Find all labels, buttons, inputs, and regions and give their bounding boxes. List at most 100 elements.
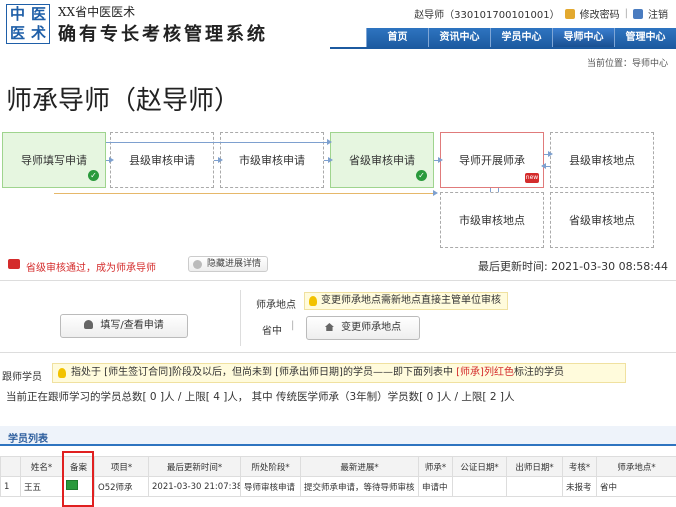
- last-updated-value: 2021-03-30 08:58:44: [551, 260, 668, 273]
- flow-node-label: 导师填写申请: [21, 154, 87, 167]
- flow-arrow: [324, 157, 333, 163]
- logo-char: 医: [9, 24, 25, 42]
- nav-tab-admin[interactable]: 管理中心: [614, 28, 676, 48]
- flow-node-label: 市级审核地点: [459, 214, 525, 227]
- follow-students-label: 跟师学员: [2, 372, 42, 383]
- status-message: 省级审核通过，成为师承导师: [26, 263, 156, 274]
- column-header-graduation-date[interactable]: 出师日期*: [506, 456, 563, 477]
- location-tip: 变更师承地点需新地点直接主管单位审核: [304, 292, 508, 310]
- nav-tab-home[interactable]: 首页: [366, 28, 428, 48]
- change-location-label: 变更师承地点: [341, 322, 402, 333]
- table-header-row: 姓名* 备案 项目* 最后更新时间* 所处阶段* 最新进展* 师承* 公证日期*…: [0, 456, 676, 477]
- nav-tab-students[interactable]: 学员中心: [490, 28, 552, 48]
- column-header-index: [0, 456, 21, 477]
- nav-tab-news[interactable]: 资讯中心: [428, 28, 490, 48]
- flow-node-province-review: 省级审核申请 ✓: [330, 132, 434, 188]
- column-header-progress[interactable]: 最新进展*: [300, 456, 419, 477]
- column-header-location[interactable]: 师承地点*: [596, 456, 676, 477]
- column-header-project[interactable]: 项目*: [94, 456, 149, 477]
- flow-feedback-line: [54, 190, 438, 196]
- system-title: 确有专长考核管理系统: [58, 24, 268, 45]
- location-tip-text: 变更师承地点需新地点直接主管单位审核: [321, 295, 501, 306]
- follow-students-tip: 指处于 [师生签订合同]阶段及以后，但尚未到 [师承出师日期]的学员——即下面列…: [52, 363, 626, 383]
- flow-arrow-up: [498, 188, 499, 192]
- toggle-icon: [193, 260, 202, 269]
- follow-tip-text-2: 标注的学员: [513, 367, 564, 378]
- flow-arrow-down: [490, 188, 491, 192]
- status-row: 省级审核通过，成为师承导师 隐藏进展详情 最后更新时间: 2021-03-30 …: [8, 256, 668, 274]
- fill-application-label: 填写/查看申请: [100, 320, 164, 331]
- flow-arrow: [434, 157, 443, 163]
- alert-icon: [8, 259, 20, 269]
- cell-location: 省中: [596, 476, 676, 497]
- student-list-header: 学员列表: [0, 426, 676, 446]
- cell-index: 1: [0, 476, 21, 497]
- column-header-exam[interactable]: 考核*: [562, 456, 597, 477]
- student-list-title: 学员列表: [8, 434, 48, 445]
- new-badge-icon: new: [525, 173, 539, 183]
- change-location-button[interactable]: 变更师承地点: [306, 316, 420, 340]
- user-bar: 赵导师（330101700101001） 修改密码 | 注销: [414, 6, 668, 21]
- main-nav: 首页 资讯中心 学员中心 导师中心 管理中心: [366, 28, 676, 48]
- lightbulb-icon: [309, 296, 317, 306]
- flow-node-county-review: 县级审核申请: [110, 132, 214, 188]
- column-header-notary-date[interactable]: 公证日期*: [452, 456, 507, 477]
- vertical-divider: [240, 290, 241, 346]
- separator: |: [624, 8, 628, 19]
- system-subtitle: XX省中医医术: [58, 5, 136, 19]
- cell-project: O52师承: [94, 476, 149, 497]
- change-password-link[interactable]: 修改密码: [580, 6, 620, 21]
- hide-progress-label: 隐藏进展详情: [207, 259, 262, 269]
- flow-node-label: 市级审核申请: [239, 154, 305, 167]
- flow-arrow: [544, 151, 553, 157]
- logo: 中 医 医 术: [6, 4, 50, 44]
- cell-progress: 提交师承申请，等待导师审核: [300, 476, 419, 497]
- breadcrumb: 当前位置：导师中心: [586, 59, 668, 69]
- flow-node-city-location: 市级审核地点: [440, 192, 544, 248]
- cell-mentorship: 申请中: [418, 476, 453, 497]
- progress-flow: 导师填写申请 ✓ 县级审核申请 市级审核申请 省级审核申请 ✓ 导师开展师承 n…: [0, 128, 676, 248]
- cell-name[interactable]: 王五: [20, 476, 63, 497]
- table-row[interactable]: 1 王五 O52师承 2021-03-30 21:07:38 导师审核申请 提交…: [0, 476, 676, 497]
- divider: [0, 280, 676, 281]
- cell-graduation-date: [506, 476, 563, 497]
- user-name: 赵导师（330101700101001）: [414, 10, 560, 21]
- flow-node-city-review: 市级审核申请: [220, 132, 324, 188]
- location-label: 师承地点: [256, 300, 296, 311]
- logout-link[interactable]: 注销: [648, 6, 668, 21]
- column-header-stage[interactable]: 所处阶段*: [240, 456, 301, 477]
- fill-application-button[interactable]: 填写/查看申请: [60, 314, 188, 338]
- cell-exam: 未报考: [562, 476, 597, 497]
- follow-tip-red: [师承]列红色: [456, 367, 514, 378]
- student-table: 姓名* 备案 项目* 最后更新时间* 所处阶段* 最新进展* 师承* 公证日期*…: [0, 456, 676, 497]
- column-header-record: 备案: [62, 456, 95, 477]
- follow-tip-text-1: 指处于 [师生签订合同]阶段及以后，但尚未到 [师承出师日期]的学员——即下面列…: [71, 367, 457, 378]
- current-location: 省中: [262, 326, 282, 337]
- separator: |: [291, 320, 295, 331]
- column-header-updated[interactable]: 最后更新时间*: [148, 456, 241, 477]
- flow-node-label: 省级审核地点: [569, 214, 635, 227]
- cell-record[interactable]: [62, 476, 95, 497]
- hide-progress-button[interactable]: 隐藏进展详情: [188, 256, 269, 272]
- flow-node-mentoring: 导师开展师承 new: [440, 132, 544, 188]
- cell-stage: 导师审核申请: [240, 476, 301, 497]
- logo-char: 术: [30, 24, 46, 42]
- check-icon: ✓: [88, 170, 99, 181]
- column-header-mentorship[interactable]: 师承*: [418, 456, 453, 477]
- logout-icon: [633, 8, 643, 19]
- nav-tab-mentors[interactable]: 导师中心: [552, 28, 614, 48]
- header: 中 医 医 术 XX省中医医术 确有专长考核管理系统 赵导师（330101700…: [0, 0, 676, 49]
- key-icon: [564, 8, 575, 19]
- flow-arrow-back: [541, 163, 550, 169]
- nav-underline: [330, 47, 676, 49]
- user-icon: [84, 320, 94, 329]
- flow-arrow: [214, 157, 223, 163]
- flow-node-label: 县级审核申请: [129, 154, 195, 167]
- column-header-name[interactable]: 姓名*: [20, 456, 63, 477]
- logo-char: 中: [9, 5, 25, 23]
- flow-node-label: 导师开展师承: [459, 154, 525, 167]
- lightbulb-icon: [58, 368, 66, 378]
- home-icon: [324, 323, 334, 331]
- flag-icon[interactable]: [66, 480, 78, 490]
- flow-node-mentor-apply: 导师填写申请 ✓: [2, 132, 106, 188]
